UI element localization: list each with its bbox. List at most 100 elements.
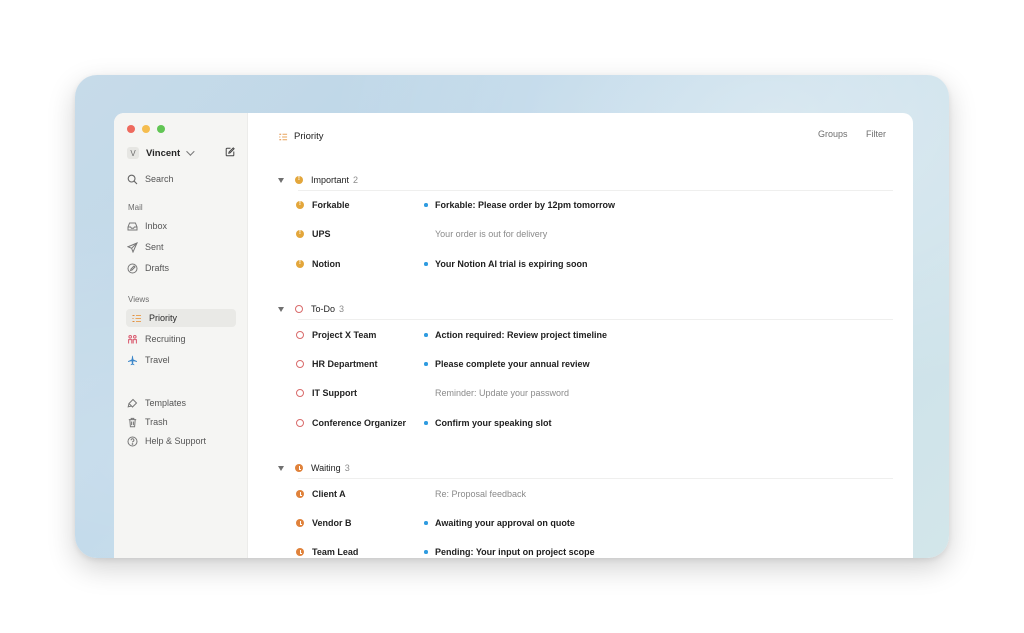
message-subject: Awaiting your approval on quote [435,518,575,528]
divider [298,478,893,479]
chevron-down-icon [186,147,195,156]
message-row[interactable]: Conference Organizer Confirm your speaki… [296,416,893,430]
page-title: Priority [278,131,324,142]
important-status-icon [296,200,304,209]
sender-name: Client A [312,489,346,499]
page-title-text: Priority [294,131,324,142]
minimize-window-button[interactable] [142,125,150,133]
unread-dot-icon [424,333,428,337]
message-row[interactable]: Client A Re: Proposal feedback [296,487,893,501]
sidebar-item-inbox[interactable]: Inbox [127,218,167,234]
waiting-status-icon [296,519,304,527]
groups-button[interactable]: Groups [818,129,848,139]
sender-name: UPS [312,229,331,239]
sidebar-item-label: Priority [149,313,178,323]
pencil-circle-icon [127,263,138,273]
group-count: 2 [353,175,359,185]
sidebar-item-drafts[interactable]: Drafts [127,260,169,276]
message-subject: Reminder: Update your password [435,388,570,398]
sender-name: Forkable [312,200,350,210]
group-name: Important [311,175,350,185]
message-row[interactable]: Notion Your Notion AI trial is expiring … [296,257,893,271]
message-row[interactable]: UPS Your order is out for delivery [296,227,893,241]
sidebar-item-label: Sent [145,242,164,252]
filter-button[interactable]: Filter [866,129,886,139]
group-name: Waiting [311,463,341,473]
search-button[interactable]: Search [127,171,174,187]
sidebar-item-recruiting[interactable]: Recruiting [127,331,186,347]
message-subject: Confirm your speaking slot [435,418,552,428]
message-subject: Your order is out for delivery [435,229,548,239]
sidebar-item-priority[interactable]: Priority [126,309,236,327]
people-icon [128,334,137,343]
sidebar-item-label: Trash [145,417,168,427]
sidebar-item-label: Drafts [145,263,170,273]
sidebar-item-travel[interactable]: Travel [127,352,170,368]
sender-name: HR Department [312,359,378,369]
message-subject: Action required: Review project timeline [435,330,608,340]
sidebar-item-help[interactable]: Help & Support [127,433,206,449]
unread-dot-icon [424,262,428,266]
search-label: Search [145,174,174,184]
sender-name: IT Support [312,388,357,398]
search-icon [127,174,138,184]
message-subject: Please complete your annual review [435,359,590,369]
sidebar: V Vincent Search Mail Inbox Sent Drafts … [114,113,248,558]
group-header-todo[interactable]: To-Do 3 [278,302,344,316]
zoom-window-button[interactable] [157,125,165,133]
template-icon [127,398,138,408]
unread-dot-icon [424,550,428,554]
divider [298,319,893,320]
message-list-pane: Priority Groups Filter Important 2 Forka… [248,113,913,558]
todo-status-icon [296,389,304,397]
group-count: 3 [344,463,350,473]
mail-app-window: V Vincent Search Mail Inbox Sent Drafts … [114,113,913,558]
message-row[interactable]: Vendor B Awaiting your approval on quote [296,516,893,530]
close-window-button[interactable] [127,125,135,133]
todo-status-icon [295,305,303,313]
mail-section-heading: Mail [128,203,143,212]
group-header-waiting[interactable]: Waiting 3 [278,461,350,475]
group-count: 3 [339,304,345,314]
message-row[interactable]: Forkable Forkable: Please order by 12pm … [296,198,893,212]
important-status-icon [296,259,304,268]
message-row[interactable]: HR Department Please complete your annua… [296,357,893,371]
caret-down-icon [278,177,284,183]
sender-name: Notion [312,259,341,269]
sidebar-item-templates[interactable]: Templates [127,395,186,411]
todo-status-icon [296,419,304,427]
views-section-heading: Views [128,295,150,304]
help-icon [127,436,138,446]
sidebar-item-trash[interactable]: Trash [127,414,168,430]
account-switcher[interactable]: V Vincent [127,146,195,160]
priority-list-icon [132,314,141,322]
sidebar-item-sent[interactable]: Sent [127,239,164,255]
compose-icon[interactable] [225,147,235,157]
important-status-icon [295,175,303,184]
waiting-status-icon [295,464,303,472]
todo-status-icon [296,360,304,368]
group-header-important[interactable]: Important 2 [278,173,358,187]
sidebar-item-label: Travel [145,355,170,365]
sender-name: Team Lead [312,547,359,557]
message-row[interactable]: IT Support Reminder: Update your passwor… [296,386,893,400]
unread-dot-icon [424,203,428,207]
message-subject: Forkable: Please order by 12pm tomorrow [435,200,616,210]
sender-name: Conference Organizer [312,418,407,428]
message-subject: Pending: Your input on project scope [435,547,595,557]
message-row[interactable]: Team Lead Pending: Your input on project… [296,545,893,558]
important-status-icon [296,229,304,238]
paper-plane-icon [127,241,138,253]
sidebar-item-label: Templates [145,398,187,408]
message-subject: Re: Proposal feedback [435,489,527,499]
message-row[interactable]: Project X Team Action required: Review p… [296,328,893,342]
priority-list-icon [279,133,288,140]
todo-status-icon [296,331,304,339]
message-subject: Your Notion AI trial is expiring soon [435,259,588,269]
unread-dot-icon [424,521,428,525]
divider [298,190,893,191]
caret-down-icon [278,306,284,312]
sidebar-item-label: Inbox [145,221,168,231]
sidebar-item-label: Recruiting [145,334,186,344]
sidebar-item-label: Help & Support [145,436,207,446]
